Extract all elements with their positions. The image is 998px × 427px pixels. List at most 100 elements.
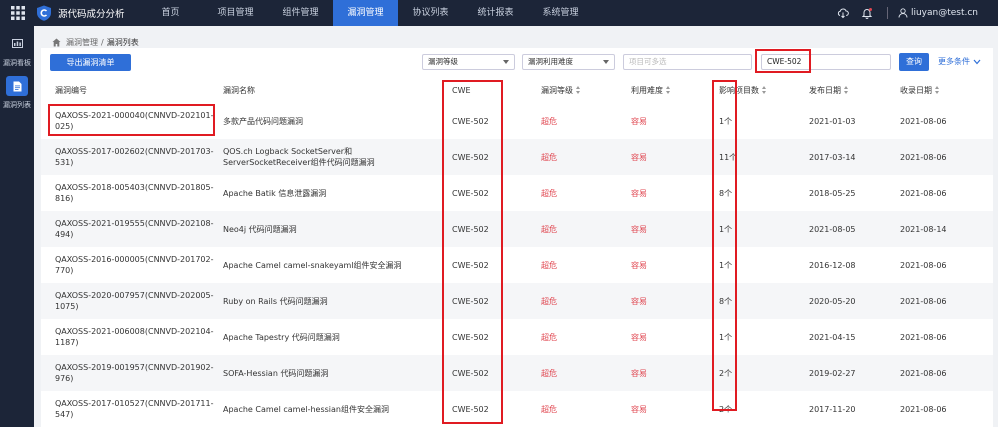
table-row[interactable]: QAXOSS-2021-019555(CNNVD-202108-494) Neo… xyxy=(41,211,993,247)
vuln-level: 超危 xyxy=(541,296,557,306)
nav-projects[interactable]: 项目管理 xyxy=(203,0,268,26)
vuln-name[interactable]: Apache Batik 信息泄露漏洞 xyxy=(223,175,433,211)
header-level[interactable]: 漏洞等级 xyxy=(541,85,581,96)
vuln-name[interactable]: SOFA-Hessian 代码问题漏洞 xyxy=(223,355,433,391)
table-row[interactable]: QAXOSS-2016-000005(CNNVD-201702-770) Apa… xyxy=(41,247,993,283)
more-conditions-label: 更多条件 xyxy=(938,57,970,66)
app-grid-icon[interactable] xyxy=(0,0,36,26)
more-conditions-link[interactable]: 更多条件 xyxy=(938,56,981,67)
breadcrumb-separator: / xyxy=(101,38,104,47)
difficulty-select[interactable]: 漏洞利用难度 xyxy=(522,54,615,70)
chevron-down-icon xyxy=(973,59,981,64)
user-menu[interactable]: liuyan@test.cn xyxy=(898,8,978,18)
vuln-published-date: 2021-04-15 xyxy=(809,332,856,342)
chevron-down-icon xyxy=(603,60,609,64)
vuln-name[interactable]: Neo4j 代码问题漏洞 xyxy=(223,211,433,247)
table-row[interactable]: QAXOSS-2021-006008(CNNVD-202104-1187) Ap… xyxy=(41,319,993,355)
vuln-name[interactable]: Apache Tapestry 代码问题漏洞 xyxy=(223,319,433,355)
side-nav: 漏洞看板 漏洞列表 xyxy=(0,26,34,427)
main-nav: 首页 项目管理 组件管理 漏洞管理 协议列表 统计报表 系统管理 xyxy=(138,0,593,26)
sort-icon xyxy=(576,86,581,94)
vuln-published-date: 2021-01-03 xyxy=(809,116,856,126)
vuln-name[interactable]: Apache Camel camel-snakeyaml组件安全漏洞 xyxy=(223,247,433,283)
severity-select[interactable]: 漏洞等级 xyxy=(422,54,515,70)
sort-icon xyxy=(666,86,671,94)
side-item-label: 漏洞列表 xyxy=(3,101,31,109)
vuln-name[interactable]: 多款产品代码问题漏洞 xyxy=(223,103,433,139)
nav-home[interactable]: 首页 xyxy=(138,0,203,26)
nav-reports[interactable]: 统计报表 xyxy=(463,0,528,26)
vuln-name[interactable]: QOS.ch Logback SocketServer和ServerSocket… xyxy=(223,139,433,175)
user-icon xyxy=(898,8,908,18)
table-row[interactable]: QAXOSS-2019-001957(CNNVD-201902-976) SOF… xyxy=(41,355,993,391)
sort-icon xyxy=(935,86,940,94)
vuln-difficulty: 容易 xyxy=(631,404,647,414)
brand[interactable]: 源代码成分分析 xyxy=(36,0,138,26)
nav-vulnerabilities[interactable]: 漏洞管理 xyxy=(333,0,398,26)
vuln-name[interactable]: Ruby on Rails 代码问题漏洞 xyxy=(223,283,433,319)
vuln-level: 超危 xyxy=(541,404,557,414)
vuln-id[interactable]: QAXOSS-2017-010527(CNNVD-201711-547) xyxy=(55,391,215,427)
highlight-box-count-column xyxy=(712,80,737,411)
table-row[interactable]: QAXOSS-2018-005403(CNNVD-201805-816) Apa… xyxy=(41,175,993,211)
vuln-collected-date: 2021-08-06 xyxy=(900,404,947,414)
query-button[interactable]: 查询 xyxy=(899,53,929,71)
dashboard-icon xyxy=(6,34,28,54)
sort-icon xyxy=(844,86,849,94)
vuln-id[interactable]: QAXOSS-2017-002602(CNNVD-201703-531) xyxy=(55,139,215,175)
vuln-id[interactable]: QAXOSS-2019-001957(CNNVD-201902-976) xyxy=(55,355,215,391)
table-row[interactable]: QAXOSS-2020-007957(CNNVD-202005-1075) Ru… xyxy=(41,283,993,319)
vuln-level: 超危 xyxy=(541,332,557,342)
bell-icon[interactable] xyxy=(855,0,879,26)
severity-select-value: 漏洞等级 xyxy=(428,57,458,66)
vuln-level: 超危 xyxy=(541,260,557,270)
header-collected-label: 收录日期 xyxy=(900,86,932,95)
nav-licenses[interactable]: 协议列表 xyxy=(398,0,463,26)
side-item-label: 漏洞看板 xyxy=(3,59,31,67)
vuln-difficulty: 容易 xyxy=(631,332,647,342)
highlight-box-cwe-column xyxy=(442,80,503,424)
table-row[interactable]: QAXOSS-2017-002602(CNNVD-201703-531) QOS… xyxy=(41,139,993,175)
header-name: 漏洞名称 xyxy=(223,86,255,95)
header-difficulty-label: 利用难度 xyxy=(631,86,663,95)
breadcrumb-parent[interactable]: 漏洞管理 xyxy=(66,37,98,48)
breadcrumb: 漏洞管理 / 漏洞列表 xyxy=(52,37,139,48)
vuln-collected-date: 2021-08-06 xyxy=(900,188,947,198)
header-id: 漏洞编号 xyxy=(55,86,87,95)
chevron-down-icon xyxy=(503,60,509,64)
vuln-collected-date: 2021-08-06 xyxy=(900,296,947,306)
table-header: 漏洞编号 漏洞名称 CWE 漏洞等级 利用难度 影响项目数 发布日期 收录日期 xyxy=(41,78,993,103)
nav-components[interactable]: 组件管理 xyxy=(268,0,333,26)
table-row[interactable]: QAXOSS-2017-010527(CNNVD-201711-547) Apa… xyxy=(41,391,993,427)
vuln-collected-date: 2021-08-06 xyxy=(900,368,947,378)
breadcrumb-current: 漏洞列表 xyxy=(106,38,139,47)
app-title: 源代码成分分析 xyxy=(58,9,125,20)
vuln-difficulty: 容易 xyxy=(631,260,647,270)
side-item-vuln-list[interactable]: 漏洞列表 xyxy=(0,76,34,110)
header-published-label: 发布日期 xyxy=(809,86,841,95)
vuln-id[interactable]: QAXOSS-2021-019555(CNNVD-202108-494) xyxy=(55,211,215,247)
header-collected[interactable]: 收录日期 xyxy=(900,85,940,96)
side-item-dashboard[interactable]: 漏洞看板 xyxy=(0,34,34,68)
vuln-name[interactable]: Apache Camel camel-hessian组件安全漏洞 xyxy=(223,391,433,427)
vuln-published-date: 2016-12-08 xyxy=(809,260,856,270)
header-level-label: 漏洞等级 xyxy=(541,86,573,95)
user-email: liuyan@test.cn xyxy=(910,8,978,18)
sort-icon xyxy=(762,86,767,94)
home-icon[interactable] xyxy=(52,38,61,47)
nav-system[interactable]: 系统管理 xyxy=(528,0,593,26)
vuln-id[interactable]: QAXOSS-2021-006008(CNNVD-202104-1187) xyxy=(55,319,215,355)
cloud-download-icon[interactable] xyxy=(831,0,855,26)
vuln-id[interactable]: QAXOSS-2016-000005(CNNVD-201702-770) xyxy=(55,247,215,283)
vuln-collected-date: 2021-08-06 xyxy=(900,332,947,342)
export-button[interactable]: 导出漏洞清单 xyxy=(50,54,131,71)
vuln-id[interactable]: QAXOSS-2020-007957(CNNVD-202005-1075) xyxy=(55,283,215,319)
vuln-id[interactable]: QAXOSS-2018-005403(CNNVD-201805-816) xyxy=(55,175,215,211)
header-published[interactable]: 发布日期 xyxy=(809,85,849,96)
vuln-difficulty: 容易 xyxy=(631,152,647,162)
vuln-level: 超危 xyxy=(541,116,557,126)
highlight-box-first-id xyxy=(48,104,215,136)
project-multiselect[interactable]: 项目可多选 xyxy=(623,54,752,70)
vuln-difficulty: 容易 xyxy=(631,368,647,378)
header-difficulty[interactable]: 利用难度 xyxy=(631,85,671,96)
